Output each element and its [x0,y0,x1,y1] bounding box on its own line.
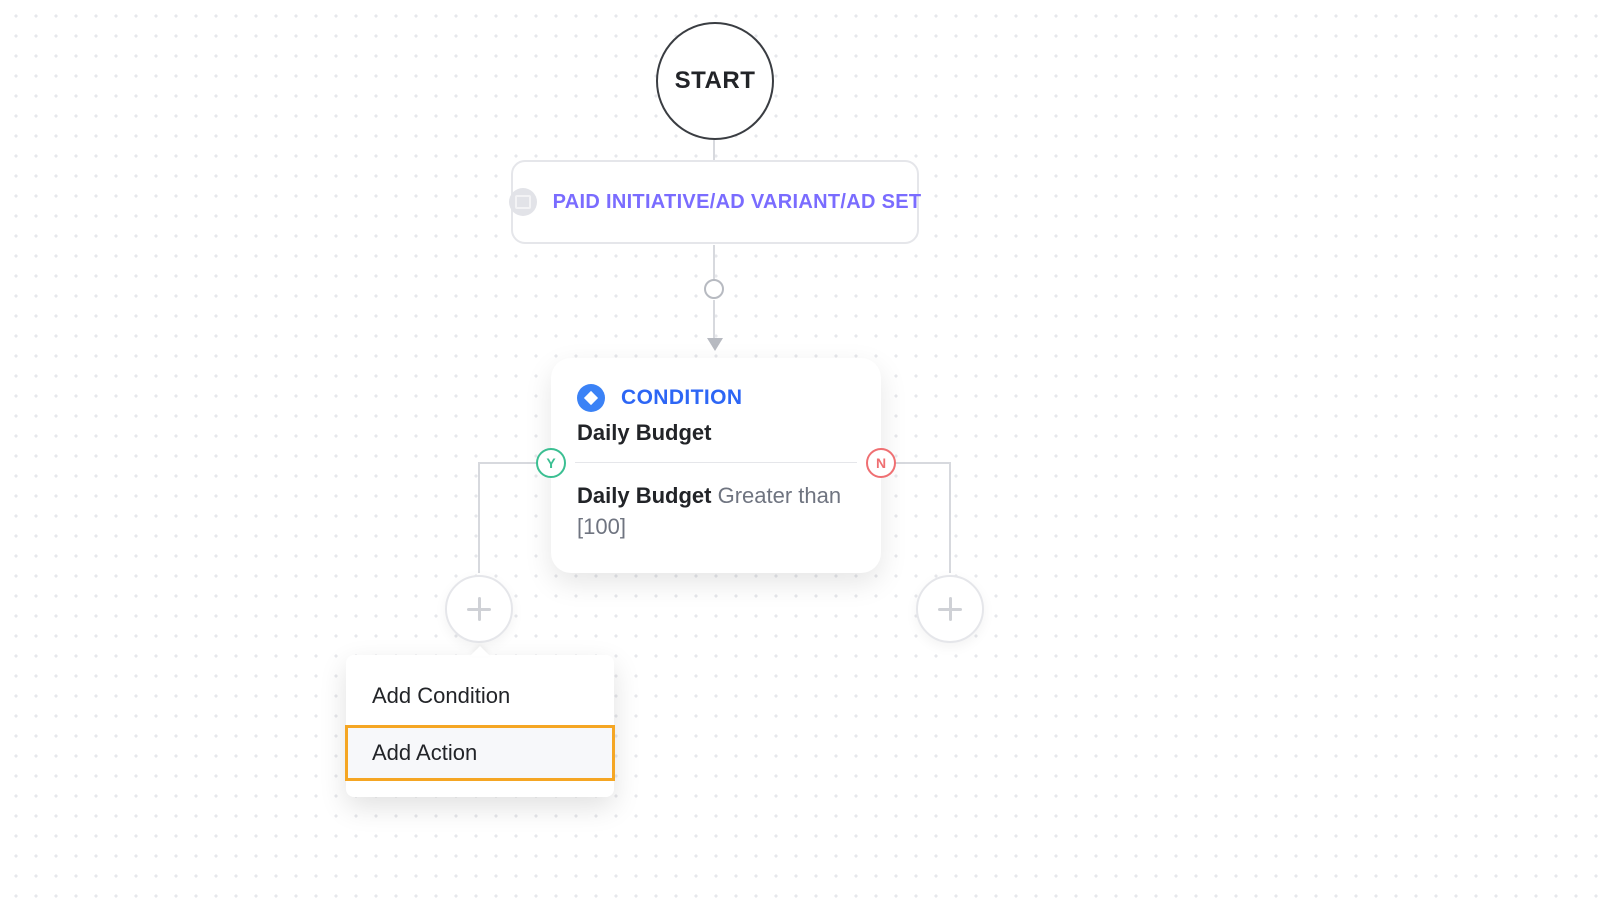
entity-label: PAID INITIATIVE/AD VARIANT/AD SET [553,191,922,214]
entity-selector[interactable]: PAID INITIATIVE/AD VARIANT/AD SET [511,160,919,244]
menu-item-add-action[interactable]: Add Action [345,725,615,781]
add-step-yes-button[interactable] [445,575,513,643]
condition-type-label: CONDITION [621,386,742,410]
connector-node[interactable] [704,279,724,299]
condition-field: Daily Budget [577,483,711,508]
arrow-down-icon [707,338,723,351]
condition-expression: Daily Budget Greater than [100] [577,481,855,543]
condition-header: CONDITION [577,384,855,412]
condition-card[interactable]: Y N CONDITION Daily Budget Daily Budget … [551,358,881,573]
start-label: START [675,67,756,95]
condition-title: Daily Budget [577,420,855,446]
connector-line [713,300,715,340]
no-branch-badge: N [866,448,896,478]
yes-branch-badge: Y [536,448,566,478]
start-node[interactable]: START [656,22,774,140]
divider [575,462,857,463]
diamond-icon [577,384,605,412]
entity-icon [509,188,537,216]
add-step-no-button[interactable] [916,575,984,643]
connector-line [713,140,715,160]
menu-item-add-condition[interactable]: Add Condition [346,669,614,723]
add-step-menu: Add Condition Add Action [346,655,614,797]
